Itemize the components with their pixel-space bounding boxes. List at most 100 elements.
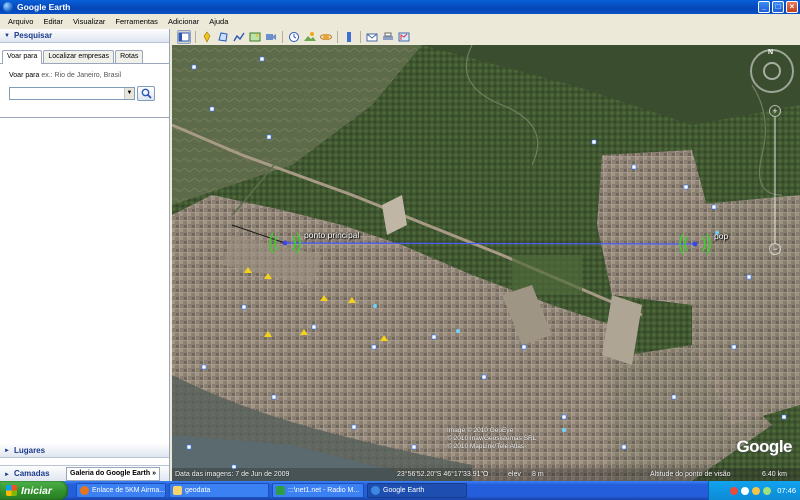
sunlight-button[interactable] xyxy=(303,30,317,44)
menu-ajuda[interactable]: Ajuda xyxy=(204,17,233,26)
maximize-button[interactable]: □ xyxy=(772,1,784,13)
search-panel-header[interactable]: ▼ Pesquisar xyxy=(0,29,169,43)
close-button[interactable]: × xyxy=(786,1,798,13)
antivirus-icon[interactable] xyxy=(730,486,739,495)
taskbar-item-geodata[interactable]: geodata xyxy=(169,483,269,498)
menu-arquivo[interactable]: Arquivo xyxy=(3,17,38,26)
imagery-date: Data das imagens: 7 de Jun de 2009 xyxy=(175,471,290,478)
minimize-button[interactable]: _ xyxy=(758,1,770,13)
email-icon xyxy=(366,33,378,42)
toolbar-separator xyxy=(282,31,283,43)
elevation-value: 8 m xyxy=(532,471,544,478)
fly-to-input[interactable]: ▼ xyxy=(9,87,135,100)
view-in-maps-button[interactable] xyxy=(397,30,411,44)
credit-line: Image © 2010 GeoEye xyxy=(447,427,514,434)
earth-gallery-button[interactable]: Galeria do Google Earth » xyxy=(66,466,160,481)
google-earth-icon xyxy=(3,2,13,12)
taskbar-item-label: Enlace de 5KM Airma... xyxy=(92,487,166,494)
fly-to-hint: ex.: Rio de Janeiro, Brasil xyxy=(41,72,122,79)
label-main-point[interactable]: ponto principal xyxy=(304,230,359,240)
magnifier-icon xyxy=(141,88,152,99)
credit-line: © 2010 Inav/Geosistemas SRL xyxy=(447,435,537,442)
dropdown-arrow-icon[interactable]: ▼ xyxy=(124,88,134,99)
layers-title-text: Camadas xyxy=(13,469,50,478)
update-icon[interactable] xyxy=(763,486,772,495)
north-indicator: N xyxy=(768,49,774,56)
fly-to-panel: Voar para ex.: Rio de Janeiro, Brasil ▼ xyxy=(0,64,169,118)
system-tray: 07:46 xyxy=(708,481,800,500)
menu-ferramentas[interactable]: Ferramentas xyxy=(110,17,163,26)
collapse-arrow-icon: ▼ xyxy=(4,32,10,39)
sunlight-icon xyxy=(304,32,316,41)
sidebar-toggle-button[interactable] xyxy=(177,30,191,44)
taskbar-item-net1[interactable]: :::\net1.net - Radio M... xyxy=(272,483,364,498)
expand-arrow-icon: ► xyxy=(4,447,10,454)
zoom-out-icon[interactable]: − xyxy=(769,243,781,255)
tab-fly-to[interactable]: Voar para xyxy=(2,50,43,64)
earth-gallery-label: Galeria do Google Earth xyxy=(70,469,151,477)
start-button[interactable]: Iniciar xyxy=(0,481,68,500)
zoom-slider[interactable]: + − xyxy=(768,105,782,255)
layers-panel-title: ► Camadas xyxy=(0,469,64,478)
eye-altitude-label: Altitude do ponto de visão xyxy=(650,471,731,478)
look-joystick[interactable] xyxy=(763,62,781,80)
window-controls: _ □ × xyxy=(758,1,798,13)
zoom-track[interactable] xyxy=(774,117,776,243)
historical-imagery-button[interactable] xyxy=(287,30,301,44)
sidebar: ▼ Pesquisar Voar para Localizar empresas… xyxy=(0,29,170,481)
search-tabs: Voar para Localizar empresas Rotas xyxy=(0,43,169,64)
layers-panel-header[interactable]: ► Camadas Galeria do Google Earth » xyxy=(0,465,169,481)
satellite-imagery xyxy=(172,45,800,481)
label-pop[interactable]: pop xyxy=(714,231,728,241)
planets-button[interactable] xyxy=(319,30,333,44)
eye-altitude-value: 6.40 km xyxy=(762,471,787,478)
toolbar-separator xyxy=(360,31,361,43)
add-image-overlay-button[interactable] xyxy=(248,30,262,44)
imagery-credits: Image © 2010 GeoEye © 2010 Inav/Geosiste… xyxy=(447,427,536,451)
search-button[interactable] xyxy=(137,86,155,101)
places-panel-header[interactable]: ► Lugares xyxy=(0,444,169,458)
search-panel-title: Pesquisar xyxy=(13,31,53,40)
add-path-button[interactable] xyxy=(232,30,246,44)
ruler-icon xyxy=(347,32,351,42)
places-panel-title: Lugares xyxy=(13,446,46,455)
toolbar-separator xyxy=(337,31,338,43)
tab-directions[interactable]: Rotas xyxy=(115,50,144,63)
terminal-icon xyxy=(276,486,285,495)
sidebar-icon xyxy=(178,32,190,42)
ruler-button[interactable] xyxy=(342,30,356,44)
volume-icon[interactable] xyxy=(752,486,761,495)
taskbar-item-label: :::\net1.net - Radio M... xyxy=(288,487,360,494)
google-logo: Google xyxy=(736,437,792,456)
menu-visualizar[interactable]: Visualizar xyxy=(68,17,110,26)
image-overlay-icon xyxy=(249,32,261,42)
menu-bar: Arquivo Editar Visualizar Ferramentas Ad… xyxy=(0,14,800,29)
credit-line: © 2010 MapLink/Tele Atlas xyxy=(447,443,525,450)
add-polygon-button[interactable] xyxy=(216,30,230,44)
navigation-compass[interactable]: N xyxy=(750,49,794,93)
email-button[interactable] xyxy=(365,30,379,44)
network-icon[interactable] xyxy=(741,486,750,495)
elevation-label: elev xyxy=(508,471,521,478)
maps-icon xyxy=(398,32,410,42)
taskbar-item-google-earth[interactable]: Google Earth xyxy=(367,483,467,498)
menu-adicionar[interactable]: Adicionar xyxy=(163,17,204,26)
menu-editar[interactable]: Editar xyxy=(38,17,68,26)
print-icon xyxy=(383,32,393,40)
toolbar xyxy=(172,29,800,45)
taskbar-item-label: geodata xyxy=(185,487,211,494)
pointer-coordinates: 23°56'52.20"S 46°17'33.91"O xyxy=(397,471,489,478)
start-label: Iniciar xyxy=(21,484,52,497)
map-view[interactable]: ponto principal pop N + − Image © 2010 G… xyxy=(172,45,800,481)
tab-find-businesses[interactable]: Localizar empresas xyxy=(43,50,115,63)
taskbar-item-firefox[interactable]: Enlace de 5KM Airma... xyxy=(76,483,166,498)
print-button[interactable] xyxy=(381,30,395,44)
zoom-in-icon[interactable]: + xyxy=(769,105,781,117)
toolbar-separator xyxy=(195,31,196,43)
window-titlebar: Google Earth _ □ × xyxy=(0,0,800,14)
taskbar-item-label: Google Earth xyxy=(383,487,425,494)
add-placemark-button[interactable] xyxy=(200,30,214,44)
windows-logo-icon xyxy=(6,485,17,496)
record-tour-button[interactable] xyxy=(264,30,278,44)
polygon-icon xyxy=(218,32,228,42)
